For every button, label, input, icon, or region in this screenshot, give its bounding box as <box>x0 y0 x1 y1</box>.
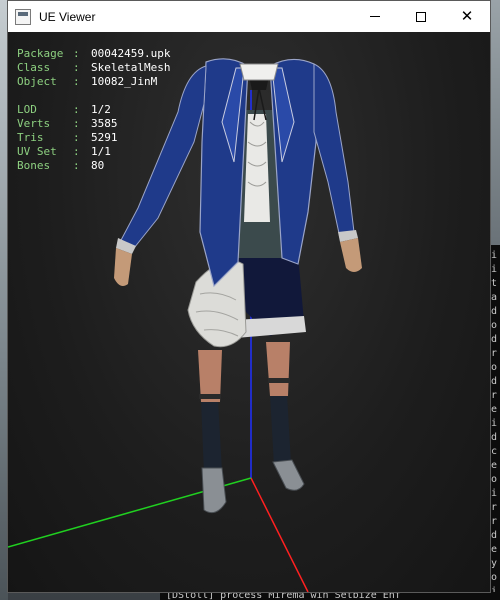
console-glyph: i <box>491 418 498 429</box>
info-row-class: Class: SkeletalMesh <box>17 61 170 75</box>
console-glyph: d <box>491 376 498 387</box>
console-glyph: d <box>491 334 498 345</box>
console-glyph: i <box>491 264 498 275</box>
minimize-icon <box>370 16 380 17</box>
console-glyph: d <box>491 432 498 443</box>
3d-viewport[interactable]: Package:00042459.upk Class: SkeletalMesh Ob… <box>8 32 490 592</box>
info-separator: : <box>73 159 80 172</box>
info-value: SkeletalMesh <box>91 61 171 74</box>
info-group-object: Package:00042459.upk Class: SkeletalMesh Ob… <box>17 47 170 89</box>
info-row-verts: Verts:3585 <box>17 117 170 131</box>
info-separator: : <box>73 75 80 88</box>
window-title: UE Viewer <box>39 9 96 24</box>
console-glyph: r <box>491 348 498 359</box>
info-label: LOD <box>17 103 37 116</box>
info-separator: : <box>73 61 80 74</box>
console-glyph: c <box>491 446 498 457</box>
console-glyph: o <box>491 572 498 583</box>
app-icon <box>15 8 31 25</box>
console-bottom-line: [DStoll] process Mirema win Setbize Enf <box>160 592 500 600</box>
console-glyph: i <box>491 488 498 499</box>
maximize-button[interactable] <box>398 1 444 32</box>
console-glyph: o <box>491 362 498 373</box>
info-separator: : <box>73 103 80 116</box>
info-value: 1/1 <box>91 145 111 158</box>
info-row-object: Object:10082_JinM <box>17 75 170 89</box>
info-value: 10082_JinM <box>91 75 158 88</box>
info-label: UV Set <box>17 145 57 158</box>
info-group-stats: LOD:1/2 Verts:3585 Tris:5291 UV Set:1/1 Bone… <box>17 103 170 173</box>
console-glyph: e <box>491 404 498 415</box>
info-row-package: Package:00042459.upk <box>17 47 170 61</box>
console-glyph: a <box>491 292 498 303</box>
console-glyph: r <box>491 516 498 527</box>
info-row-bones: Bones:80 <box>17 159 170 173</box>
console-glyph: e <box>491 544 498 555</box>
info-value: 80 <box>91 159 105 172</box>
info-label: Package <box>17 47 64 60</box>
axis-x-line <box>250 477 309 592</box>
console-glyph: e <box>491 460 498 471</box>
title-bar[interactable]: UE Viewer ✕ <box>8 1 490 32</box>
info-label: Verts <box>17 117 51 130</box>
console-glyph: o <box>491 474 498 485</box>
info-row-lod: LOD:1/2 <box>17 103 170 117</box>
ue-viewer-window[interactable]: UE Viewer ✕ Package: 00042459.upk Class… <box>7 0 491 593</box>
info-value: 5291 <box>91 131 118 144</box>
info-label: Tris <box>17 131 44 144</box>
console-glyph: o <box>491 320 498 331</box>
minimize-button[interactable] <box>352 1 398 32</box>
console-glyph: i <box>491 250 498 261</box>
info-value: 1/2 <box>91 103 111 116</box>
console-glyph: d <box>491 306 498 317</box>
info-separator: : <box>73 145 80 158</box>
info-separator: : <box>73 117 80 130</box>
info-row-uv-set: UV Set:1/1 <box>17 145 170 159</box>
info-separator: : <box>73 131 80 144</box>
close-button[interactable]: ✕ <box>444 1 490 32</box>
console-glyph: r <box>491 502 498 513</box>
info-value: 3585 <box>91 117 118 130</box>
info-label: Bones <box>17 159 51 172</box>
mesh-info-panel: Package:00042459.upk Class: SkeletalMesh Ob… <box>17 47 170 173</box>
console-glyph: d <box>491 530 498 541</box>
close-icon: ✕ <box>460 7 474 25</box>
console-glyph: y <box>491 558 498 569</box>
info-label: Class <box>17 61 51 74</box>
info-row-tris: Tris:5291 <box>17 131 170 145</box>
maximize-icon <box>416 11 426 22</box>
console-glyph: r <box>491 390 498 401</box>
info-value: 00042459.upk <box>91 47 171 60</box>
info-label: Object <box>17 75 57 88</box>
info-separator: : <box>73 47 80 60</box>
console-glyph: t <box>491 278 498 289</box>
info-gap <box>17 89 170 103</box>
